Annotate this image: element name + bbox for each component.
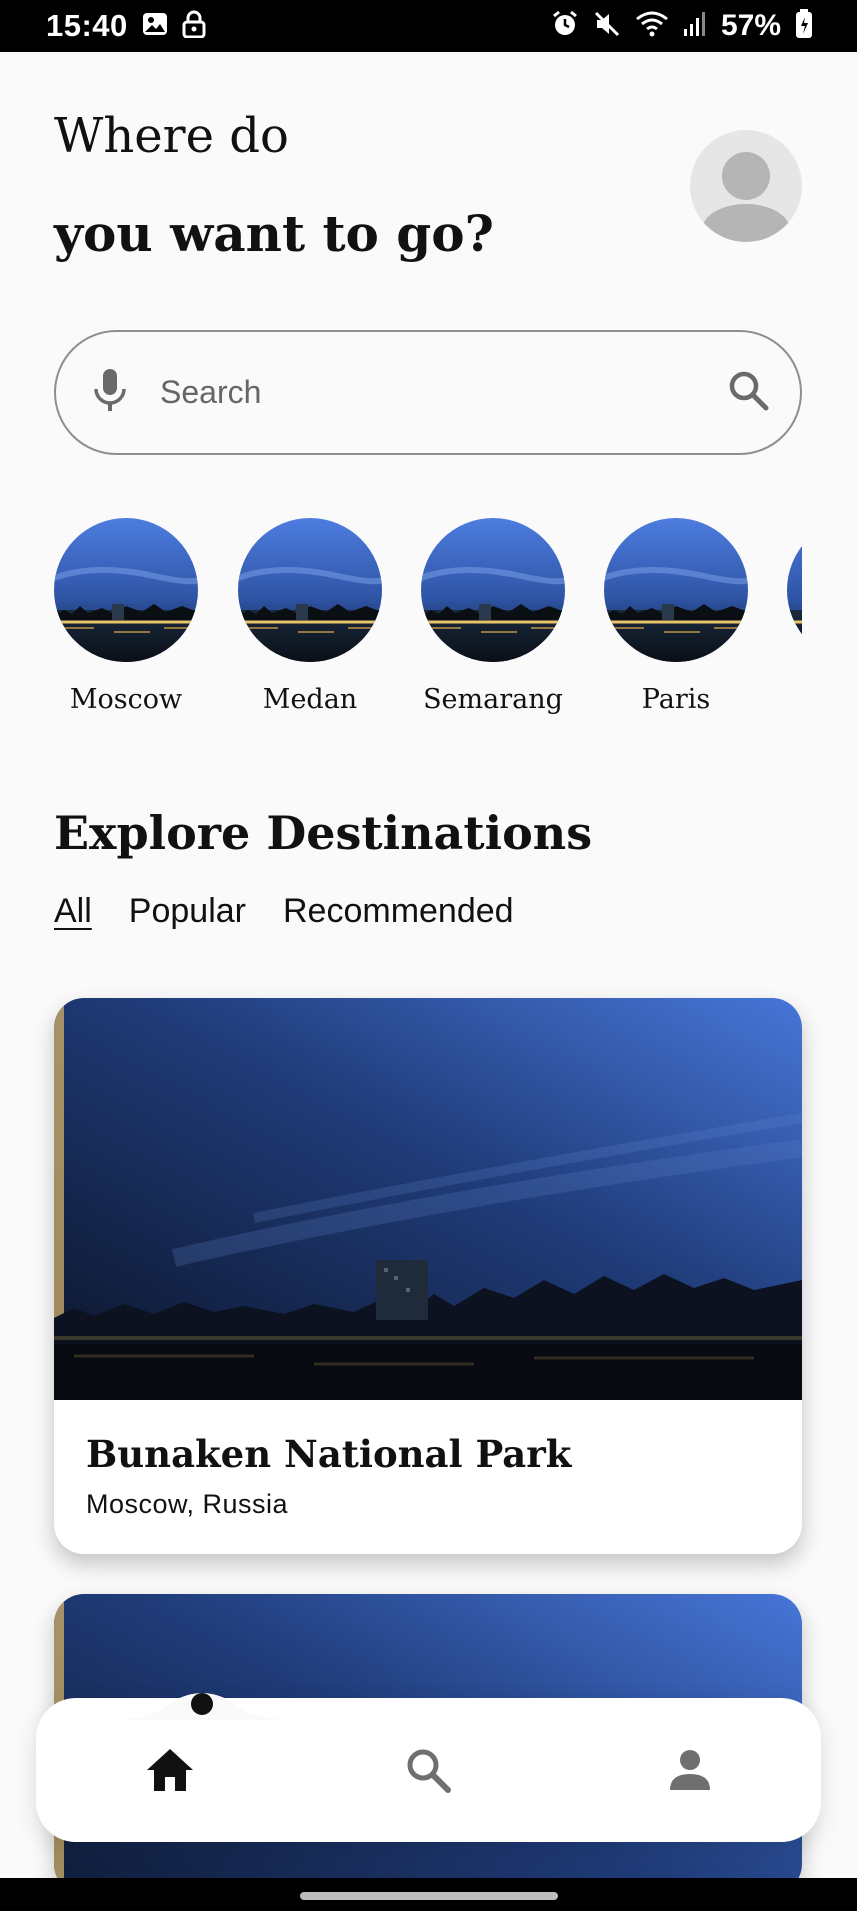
city-image bbox=[787, 518, 802, 662]
destination-title: Bunaken National Park bbox=[86, 1432, 572, 1476]
city-image bbox=[238, 518, 382, 662]
greeting-line-1: Where do bbox=[54, 108, 289, 164]
lock-icon bbox=[182, 10, 206, 43]
greeting-line-2: you want to go? bbox=[54, 204, 494, 263]
microphone-icon[interactable] bbox=[90, 367, 130, 418]
tab-popular[interactable]: Popular bbox=[129, 892, 246, 931]
city-image bbox=[54, 518, 198, 662]
tab-all[interactable]: All bbox=[54, 892, 92, 931]
destination-image bbox=[54, 998, 802, 1400]
search-input[interactable] bbox=[160, 374, 726, 411]
nav-search[interactable] bbox=[396, 1738, 460, 1802]
search-bar[interactable] bbox=[54, 330, 802, 455]
nav-indicator bbox=[112, 1693, 292, 1720]
status-icons: 57% bbox=[551, 8, 813, 44]
city-item[interactable]: Medan bbox=[238, 518, 382, 715]
bottom-navigation bbox=[36, 1693, 821, 1842]
search-icon[interactable] bbox=[726, 368, 770, 417]
filter-tabs: All Popular Recommended bbox=[54, 892, 514, 931]
alarm-icon bbox=[551, 10, 579, 43]
city-item[interactable]: Paris bbox=[604, 518, 748, 715]
destination-card[interactable]: Bunaken National Park Moscow, Russia bbox=[54, 998, 802, 1554]
city-item[interactable]: Moscow bbox=[54, 518, 198, 715]
city-item[interactable]: Semarang bbox=[421, 518, 565, 715]
city-image bbox=[604, 518, 748, 662]
city-image bbox=[421, 518, 565, 662]
city-name: Moscow bbox=[69, 684, 183, 715]
tab-recommended[interactable]: Recommended bbox=[283, 892, 514, 931]
nav-home[interactable] bbox=[138, 1738, 202, 1802]
battery-icon bbox=[795, 8, 813, 44]
home-indicator[interactable] bbox=[300, 1892, 558, 1900]
home-icon bbox=[147, 1749, 193, 1791]
search-icon bbox=[407, 1749, 451, 1793]
city-name: Paris bbox=[641, 684, 711, 715]
mute-icon bbox=[593, 10, 621, 43]
nav-profile[interactable] bbox=[658, 1738, 722, 1802]
status-bar: 15:40 57% bbox=[0, 0, 857, 52]
person-icon bbox=[702, 152, 790, 242]
city-list: Moscow Medan Semarang Paris bbox=[54, 518, 802, 718]
person-icon bbox=[670, 1750, 710, 1790]
image-icon bbox=[142, 12, 168, 41]
status-time: 15:40 bbox=[46, 8, 128, 43]
wifi-icon bbox=[635, 10, 669, 43]
city-item[interactable]: S bbox=[787, 518, 802, 715]
battery-percent: 57% bbox=[720, 9, 781, 42]
city-name: Semarang bbox=[423, 684, 563, 715]
city-name: Medan bbox=[262, 684, 358, 715]
avatar[interactable] bbox=[690, 130, 802, 242]
signal-icon bbox=[683, 11, 707, 42]
destination-location: Moscow, Russia bbox=[86, 1489, 289, 1519]
section-title: Explore Destinations bbox=[54, 806, 593, 860]
